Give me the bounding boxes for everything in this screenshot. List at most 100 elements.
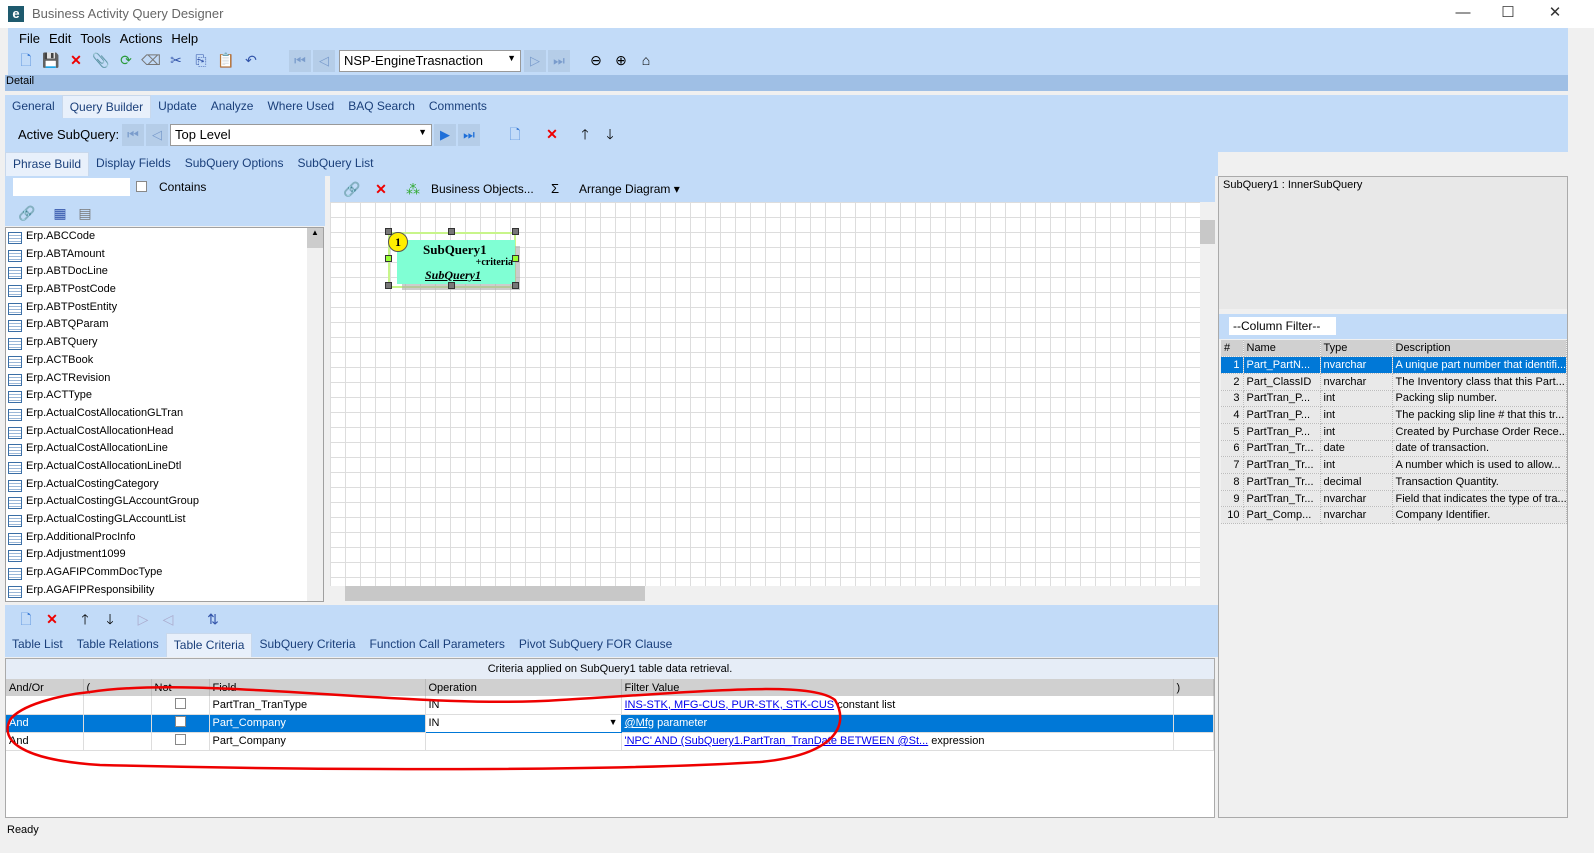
- tab-general[interactable]: General: [5, 95, 62, 118]
- resize-handle[interactable]: [385, 282, 392, 289]
- table-list-item[interactable]: Erp.ABCCode: [6, 228, 323, 246]
- outdent-icon[interactable]: ◁: [158, 609, 178, 629]
- indent-icon[interactable]: ▷: [133, 609, 153, 629]
- column-row[interactable]: 2 Part_ClassID nvarchar The Inventory class…: [1221, 373, 1567, 391]
- query-id-select[interactable]: NSP-EngineTrasnaction ▼: [339, 50, 521, 72]
- save-icon[interactable]: 💾: [41, 50, 61, 70]
- column-filter-input[interactable]: --Column Filter--: [1229, 317, 1336, 335]
- last-record-button[interactable]: ⏭: [548, 50, 570, 72]
- link-icon[interactable]: 🔗: [342, 179, 362, 199]
- table-list-item[interactable]: Erp.ACTType: [6, 387, 323, 405]
- table-list-item[interactable]: Erp.ActualCostingGLAccountList: [6, 511, 323, 529]
- close-paren-cell[interactable]: [1173, 714, 1214, 733]
- copy-icon[interactable]: ⎘: [191, 50, 211, 70]
- tab-analyze[interactable]: Analyze: [204, 95, 261, 118]
- table-list-item[interactable]: Erp.Adjustment1099: [6, 546, 323, 564]
- column-row[interactable]: 8 PartTran_Tr... decimal Transaction Quanti…: [1221, 473, 1567, 491]
- tab-baq-search[interactable]: BAQ Search: [341, 95, 422, 118]
- column-row[interactable]: 7 PartTran_Tr... int A number which is used…: [1221, 456, 1567, 474]
- maximize-button[interactable]: ☐: [1488, 2, 1528, 24]
- table-list-item[interactable]: Erp.ABTAmount: [6, 246, 323, 264]
- view-icon[interactable]: ▤: [75, 203, 95, 223]
- resize-handle[interactable]: [448, 282, 455, 289]
- table-list-item[interactable]: Erp.ActualCostAllocationLine: [6, 440, 323, 458]
- diagram-canvas[interactable]: SubQuery1 +criteria SubQuery1 1: [330, 202, 1200, 586]
- tab-display-fields[interactable]: Display Fields: [89, 152, 178, 176]
- refresh-icon[interactable]: ⟳: [116, 50, 136, 70]
- column-row[interactable]: 3 PartTran_P... int Packing slip number.: [1221, 390, 1567, 408]
- new-subquery-icon[interactable]: 🗋: [505, 124, 525, 144]
- table-list-item[interactable]: Erp.ACTBook: [6, 352, 323, 370]
- forward-icon[interactable]: ⊕: [611, 50, 631, 70]
- tab-function-call-parameters[interactable]: Function Call Parameters: [363, 633, 512, 657]
- column-header-description[interactable]: Description: [1392, 340, 1567, 358]
- diagram-horizontal-scrollbar[interactable]: [330, 586, 1200, 601]
- menu-help[interactable]: Help: [171, 31, 198, 46]
- sigma-button[interactable]: Σ: [551, 181, 559, 196]
- last-subquery-button[interactable]: ⏭: [458, 124, 480, 146]
- tab-query-builder[interactable]: Query Builder: [61, 95, 152, 118]
- tab-subquery-criteria[interactable]: SubQuery Criteria: [252, 633, 362, 657]
- table-list-item[interactable]: Erp.ABTDocLine: [6, 263, 323, 281]
- home-icon[interactable]: ⌂: [636, 50, 656, 70]
- table-list-item[interactable]: Erp.ActualCostAllocationHead: [6, 423, 323, 441]
- delete-icon[interactable]: ✕: [66, 50, 86, 70]
- table-list-item[interactable]: Erp.ABTPostEntity: [6, 299, 323, 317]
- first-subquery-button[interactable]: ⏮: [122, 124, 144, 146]
- column-row[interactable]: 6 PartTran_Tr... date date of transaction.: [1221, 440, 1567, 458]
- tab-table-criteria[interactable]: Table Criteria: [165, 633, 253, 657]
- column-header-name[interactable]: Name: [1243, 340, 1321, 358]
- table-list-scrollbar[interactable]: ▲: [307, 228, 323, 601]
- tab-comments[interactable]: Comments: [422, 95, 494, 118]
- sort-icon[interactable]: ⇅: [203, 609, 223, 629]
- delete-icon[interactable]: ✕: [371, 179, 391, 199]
- column-header-type[interactable]: Type: [1320, 340, 1393, 358]
- move-down-icon[interactable]: 🡓: [600, 124, 620, 144]
- first-record-button[interactable]: ⏮: [289, 50, 311, 72]
- close-button[interactable]: ✕: [1535, 2, 1575, 24]
- prev-record-button[interactable]: ◁: [313, 50, 335, 72]
- table-list-item[interactable]: Erp.ActualCostingGLAccountGroup: [6, 493, 323, 511]
- move-down-icon[interactable]: 🡓: [100, 609, 120, 629]
- table-list-item[interactable]: Erp.AdditionalProcInfo: [6, 529, 323, 547]
- minimize-button[interactable]: —: [1443, 2, 1483, 24]
- menu-tools[interactable]: Tools: [80, 31, 110, 46]
- column-row[interactable]: 5 PartTran_P... int Created by Purchase Ord…: [1221, 423, 1567, 441]
- table-list-item[interactable]: Erp.ActualCostingCategory: [6, 476, 323, 494]
- resize-handle[interactable]: [512, 282, 519, 289]
- contains-checkbox[interactable]: [136, 181, 147, 192]
- new-criteria-icon[interactable]: 🗋: [16, 609, 36, 629]
- business-objects-button[interactable]: Business Objects...: [431, 182, 534, 196]
- delete-subquery-icon[interactable]: ✕: [542, 124, 562, 144]
- column-row[interactable]: 10 Part_Comp... nvarchar Company Identifier…: [1221, 506, 1567, 525]
- diagram-vertical-scrollbar[interactable]: [1200, 202, 1215, 586]
- arrange-diagram-button[interactable]: Arrange Diagram ▾: [579, 182, 680, 196]
- menu-edit[interactable]: Edit: [49, 31, 71, 46]
- resize-handle[interactable]: [385, 228, 392, 235]
- attach-icon[interactable]: 📎: [91, 50, 111, 70]
- table-list-item[interactable]: Erp.AGAFIPResponsibility: [6, 582, 323, 600]
- tab-phrase-build[interactable]: Phrase Build: [5, 152, 90, 176]
- column-row[interactable]: 9 PartTran_Tr... nvarchar Field that indica…: [1221, 490, 1567, 508]
- header-close-paren[interactable]: ): [1173, 679, 1214, 696]
- menu-file[interactable]: File: [19, 31, 40, 46]
- next-record-button[interactable]: ▷: [524, 50, 546, 72]
- cut-icon[interactable]: ✂: [166, 50, 186, 70]
- subquery-node[interactable]: SubQuery1 +criteria SubQuery1: [397, 240, 515, 284]
- table-list-item[interactable]: Erp.ABTPostCode: [6, 281, 323, 299]
- table-list-item[interactable]: Erp.ABTQParam: [6, 316, 323, 334]
- prev-subquery-button[interactable]: ◁: [146, 124, 168, 146]
- resize-handle[interactable]: [385, 255, 392, 262]
- next-subquery-button[interactable]: ▶: [434, 124, 456, 146]
- resize-handle[interactable]: [512, 255, 519, 262]
- column-row[interactable]: 4 PartTran_P... int The packing slip line #…: [1221, 406, 1567, 424]
- close-paren-cell[interactable]: [1173, 696, 1214, 715]
- table-list-item[interactable]: Erp.ActualCostAllocationGLTran: [6, 405, 323, 423]
- new-icon[interactable]: 🗋: [16, 50, 36, 70]
- close-paren-cell[interactable]: [1173, 732, 1214, 751]
- table-list-item[interactable]: Erp.ABTQuery: [6, 334, 323, 352]
- paste-icon[interactable]: 📋: [216, 50, 236, 70]
- tab-pivot-subquery[interactable]: Pivot SubQuery FOR Clause: [512, 633, 679, 657]
- table-list-item[interactable]: Erp.ACTRevision: [6, 370, 323, 388]
- resize-handle[interactable]: [512, 228, 519, 235]
